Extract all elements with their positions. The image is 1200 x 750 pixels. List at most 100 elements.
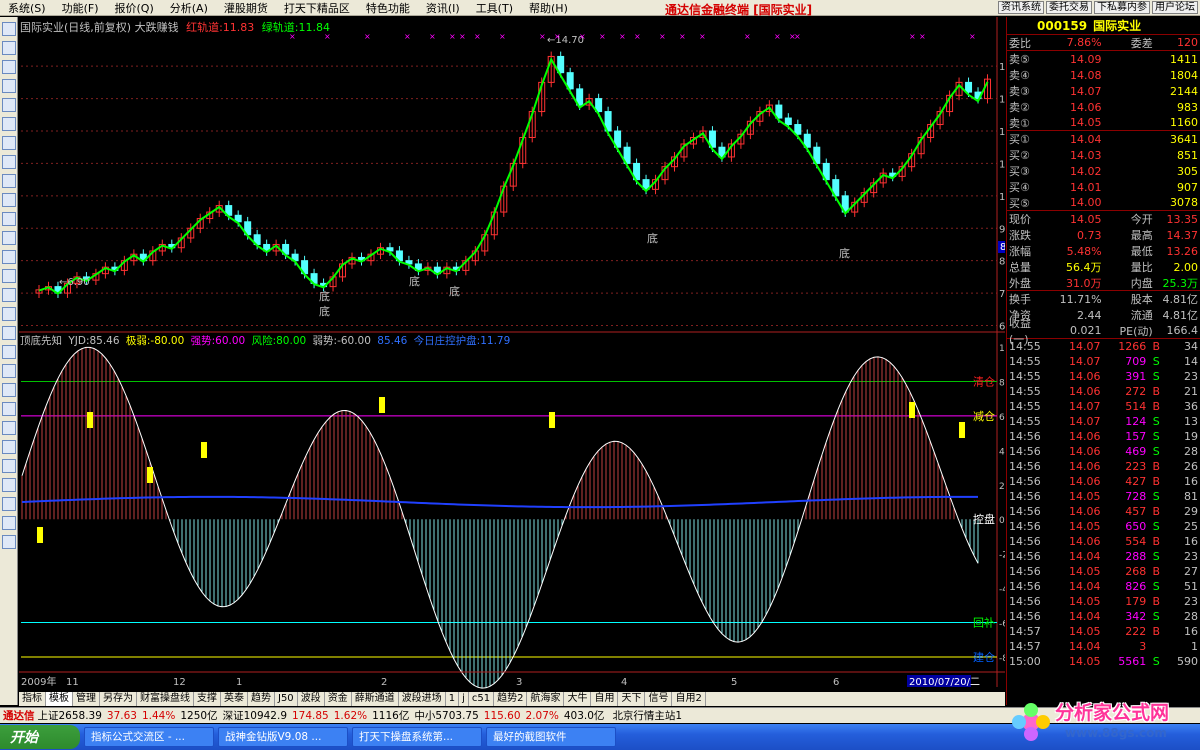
indicator-tab-8[interactable]: J50 xyxy=(275,692,298,706)
menu-item-6[interactable]: 特色功能 xyxy=(358,0,418,16)
toolbar-icon[interactable] xyxy=(2,60,16,74)
toolbar-icon[interactable] xyxy=(2,136,16,150)
task-item-3[interactable]: 最好的截图软件 xyxy=(486,727,616,747)
toolbar-icon[interactable] xyxy=(2,440,16,454)
indicator-tab-9[interactable]: 波段 xyxy=(298,692,325,706)
toolbar-icon[interactable] xyxy=(2,174,16,188)
tick-count: 23 xyxy=(1184,370,1198,383)
toolbar-icon[interactable] xyxy=(2,41,16,55)
tick-time: 14:55 xyxy=(1009,370,1041,383)
toolbar-icon[interactable] xyxy=(2,307,16,321)
indicator-tab-16[interactable]: 趋势2 xyxy=(494,692,528,706)
indicator-tab-15[interactable]: c51 xyxy=(469,692,495,706)
top-button-2[interactable]: 下私募内参 xyxy=(1094,1,1150,14)
buy-label: 买⑤ xyxy=(1009,196,1030,210)
toolbar-icon[interactable] xyxy=(2,421,16,435)
menu-item-8[interactable]: 工具(T) xyxy=(468,0,521,16)
tick-time: 14:55 xyxy=(1009,355,1041,368)
indicator-tab-11[interactable]: 薛斯通道 xyxy=(352,692,399,706)
menu-item-2[interactable]: 报价(Q) xyxy=(107,0,162,16)
tick-count: 13 xyxy=(1184,415,1198,428)
indicator-tab-6[interactable]: 英泰 xyxy=(221,692,248,706)
tick-row: 14:56 14.06 554 B 16 xyxy=(1007,534,1200,549)
toolbar-icon[interactable] xyxy=(2,535,16,549)
toolbar-icon[interactable] xyxy=(2,516,16,530)
indicator-tab-20[interactable]: 天下 xyxy=(618,692,646,706)
toolbar-icon[interactable] xyxy=(2,250,16,264)
top-button-1[interactable]: 委托交易 xyxy=(1046,1,1092,14)
indicator-tab-1[interactable]: 模板 xyxy=(46,692,73,706)
signal-marker: × xyxy=(364,32,371,41)
bottom-signal-label: 底 xyxy=(449,284,460,298)
row-label: 总量 xyxy=(1009,261,1031,274)
toolbar-icon[interactable] xyxy=(2,231,16,245)
row-label: 涨幅 xyxy=(1009,245,1031,258)
indicator-tab-10[interactable]: 资金 xyxy=(325,692,352,706)
task-item-0[interactable]: 指标公式交流区 - ... xyxy=(84,727,214,747)
date-tick: 6 xyxy=(833,677,839,688)
toolbar-icon[interactable] xyxy=(2,22,16,36)
stat-row: 总量 56.4万 量比 2.00 xyxy=(1007,259,1200,275)
top-button-3[interactable]: 用户论坛 xyxy=(1152,1,1198,14)
menu-item-9[interactable]: 帮助(H) xyxy=(521,0,576,16)
toolbar-icon[interactable] xyxy=(2,364,16,378)
indicator-tab-21[interactable]: 信号 xyxy=(645,692,673,706)
indicator-tab-19[interactable]: 自用 xyxy=(591,692,619,706)
watermark-title: 分析家公式网 xyxy=(1055,702,1170,724)
indicator-tab-13[interactable]: 1 xyxy=(446,692,460,706)
menu-item-1[interactable]: 功能(F) xyxy=(54,0,107,16)
start-label: 开始 xyxy=(10,730,38,746)
toolbar-icon[interactable] xyxy=(2,269,16,283)
bottom-signal-label: 底 xyxy=(647,231,658,245)
indicator-tab-4[interactable]: 财富操盘线 xyxy=(137,692,194,706)
toolbar-icon[interactable] xyxy=(2,345,16,359)
indicator-tab-0[interactable]: 指标 xyxy=(19,692,46,706)
toolbar-icon[interactable] xyxy=(2,383,16,397)
menu-item-7[interactable]: 资讯(I) xyxy=(418,0,468,16)
zone-label-clear: 清仓 xyxy=(973,374,995,388)
toolbar-icon[interactable] xyxy=(2,288,16,302)
server-name[interactable]: 北京行情主站1 xyxy=(612,708,682,723)
toolbar-icon[interactable] xyxy=(2,478,16,492)
task-item-2[interactable]: 打天下操盘系统第... xyxy=(352,727,482,747)
sell-volume: 2144 xyxy=(1170,84,1198,98)
menu-item-5[interactable]: 打天下精品区 xyxy=(276,0,358,16)
indicator-tab-17[interactable]: 航海家 xyxy=(527,692,565,706)
tick-row: 14:56 14.04 342 S 28 xyxy=(1007,609,1200,624)
indicator-tab-3[interactable]: 另存为 xyxy=(100,692,137,706)
yjd-value: YJD:85.46 xyxy=(68,335,120,347)
indicator-tab-2[interactable]: 管理 xyxy=(73,692,100,706)
indicator-tab-5[interactable]: 支撑 xyxy=(194,692,221,706)
indicator-tab-12[interactable]: 波段进场 xyxy=(399,692,446,706)
task-item-1[interactable]: 战神金钻版V9.08 ... xyxy=(218,727,348,747)
toolbar-icon[interactable] xyxy=(2,98,16,112)
toolbar-icon[interactable] xyxy=(2,212,16,226)
tick-row: 14:56 14.04 288 S 23 xyxy=(1007,549,1200,564)
tick-count: 16 xyxy=(1184,625,1198,638)
candle-body xyxy=(965,81,973,93)
indicator-tab-7[interactable]: 趋势 xyxy=(248,692,275,706)
toolbar-icon[interactable] xyxy=(2,497,16,511)
toolbar-icon[interactable] xyxy=(2,193,16,207)
indicator-tab-14[interactable]: j xyxy=(459,692,469,706)
menu-item-4[interactable]: 灌股期货 xyxy=(216,0,276,16)
toolbar-icon[interactable] xyxy=(2,459,16,473)
toolbar-icon[interactable] xyxy=(2,79,16,93)
buy-price: 14.01 xyxy=(1070,180,1102,194)
menu-item-0[interactable]: 系统(S) xyxy=(0,0,54,16)
start-button[interactable]: 开始 xyxy=(0,725,80,749)
toolbar-icon[interactable] xyxy=(2,117,16,131)
chart-area[interactable]: 14.0013.0012.0011.0010.009.008.007.006.0… xyxy=(19,17,1005,705)
tick-row: 14:56 14.04 826 S 51 xyxy=(1007,579,1200,594)
menu-item-3[interactable]: 分析(A) xyxy=(162,0,216,16)
toolbar-icon[interactable] xyxy=(2,155,16,169)
toolbar-icon[interactable] xyxy=(2,326,16,340)
row-label: 外盘 xyxy=(1009,276,1031,290)
sell-volume: 1804 xyxy=(1170,68,1198,82)
toolbar-icon[interactable] xyxy=(2,402,16,416)
buy-price: 14.03 xyxy=(1070,148,1102,162)
indicator-tab-18[interactable]: 大牛 xyxy=(564,692,592,706)
indicator-tab-22[interactable]: 自用2 xyxy=(672,692,706,706)
top-button-0[interactable]: 资讯系统 xyxy=(998,1,1044,14)
tick-time: 14:56 xyxy=(1009,505,1041,518)
